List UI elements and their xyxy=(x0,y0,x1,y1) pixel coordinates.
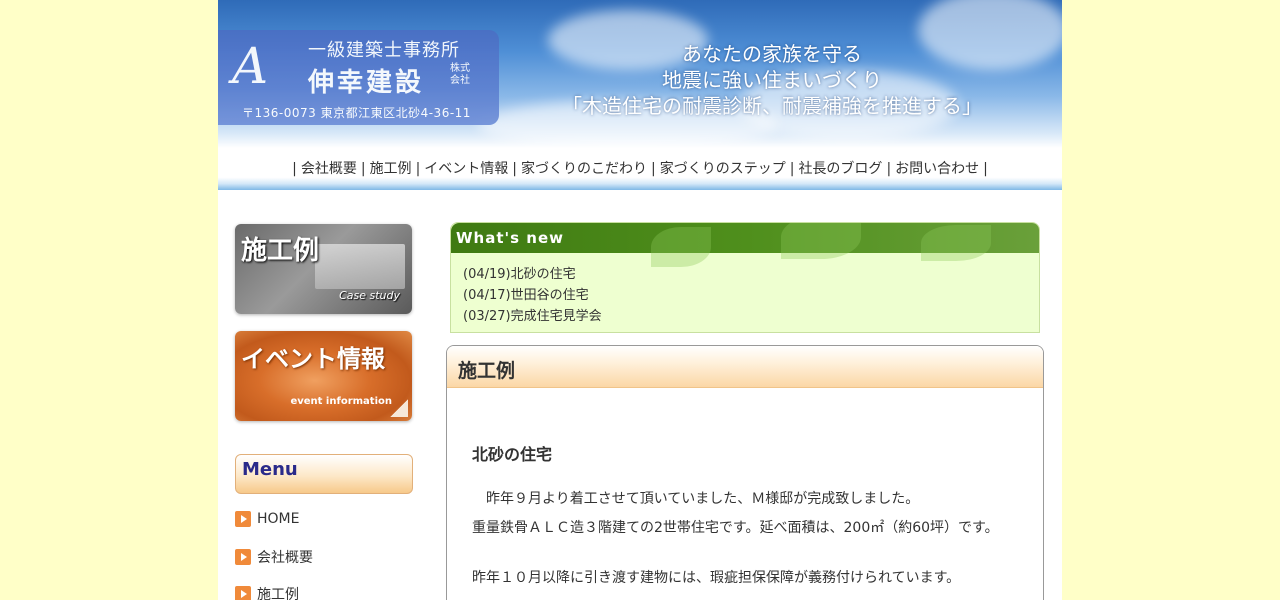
post-paragraph: 重量鉄骨ＡＬＣ造３階建ての2世帯住宅です。延べ面積は、200㎡（約60坪）です。 xyxy=(472,520,999,536)
arrow-right-icon xyxy=(235,511,251,527)
case-study-banner-subtitle: Case study xyxy=(339,289,400,302)
case-study-banner-title: 施工例 xyxy=(241,236,320,266)
leaf-decoration xyxy=(781,223,861,259)
arrow-right-icon xyxy=(235,586,251,600)
nav-separator: | xyxy=(983,161,988,177)
menu-item-label: 施工例 xyxy=(257,587,299,600)
nav-link-steps[interactable]: 家づくりのステップ xyxy=(660,161,786,177)
post-title[interactable]: 北砂の住宅 xyxy=(472,441,552,465)
news-item[interactable]: (04/17)世田谷の住宅 xyxy=(463,284,589,303)
menu-item-home[interactable]: HOME xyxy=(235,511,299,531)
event-banner[interactable]: イベント情報 event information xyxy=(235,331,412,421)
whats-new-title: What's new xyxy=(456,229,564,247)
logo-mark: A xyxy=(232,37,269,95)
nav-link-events[interactable]: イベント情報 xyxy=(424,161,508,177)
logo-company-name: 伸幸建設 xyxy=(308,68,425,98)
nav-separator: | xyxy=(512,161,517,177)
catchphrase-line-3: 「木造住宅の耐震診断、耐震補強を推進する」 xyxy=(562,94,982,118)
nav-link-works[interactable]: 施工例 xyxy=(370,161,412,177)
nav-link-contact[interactable]: お問い合わせ xyxy=(895,161,979,177)
company-address: 〒136-0073 東京都江東区北砂4-36-11 xyxy=(242,106,471,120)
menu-item-label: HOME xyxy=(257,511,300,527)
menu-item-label: 会社概要 xyxy=(257,550,313,566)
nav-link-company[interactable]: 会社概要 xyxy=(301,161,357,177)
nav-separator: | xyxy=(292,161,297,177)
nav-separator: | xyxy=(415,161,421,177)
arrow-right-icon xyxy=(235,549,251,565)
nav-list: | 会社概要 | 施工例 | イベント情報 | 家づくりのこだわり | 家づくりのステップ | 社長の… xyxy=(218,158,1062,178)
section-title: 施工例 xyxy=(458,360,516,382)
menu-item-works[interactable]: 施工例 xyxy=(235,584,299,600)
nav-separator: | xyxy=(360,161,366,177)
site-header: A 一級建築士事務所 伸幸建設 株式会社 〒136-0073 東京都江東区北砂4… xyxy=(218,0,1062,148)
logo-corporation-mark: 株式会社 xyxy=(450,63,470,86)
logo-block[interactable]: A 一級建築士事務所 伸幸建設 株式会社 〒136-0073 東京都江東区北砂4… xyxy=(218,30,499,125)
news-item[interactable]: (04/19)北砂の住宅 xyxy=(463,263,576,282)
interior-photo-icon xyxy=(315,244,405,289)
global-nav: | 会社概要 | 施工例 | イベント情報 | 家づくりのこだわり | 家づくりのステップ | 社長の… xyxy=(218,148,1062,190)
main-content: 施工例 北砂の住宅 昨年９月より着工させて頂いていました、Ｍ様邸が完成致しました… xyxy=(446,345,1044,600)
page-curl-icon xyxy=(390,399,408,417)
case-study-banner[interactable]: 施工例 Case study xyxy=(235,224,412,314)
section-header: 施工例 xyxy=(447,346,1043,388)
menu-header: Menu xyxy=(235,454,413,494)
menu-title: Menu xyxy=(242,459,298,480)
page-wrapper: A 一級建築士事務所 伸幸建設 株式会社 〒136-0073 東京都江東区北砂4… xyxy=(218,0,1062,600)
logo-office-type: 一級建築士事務所 xyxy=(308,40,460,61)
catchphrase-line-2: 地震に強い住まいづくり xyxy=(662,68,882,92)
post-paragraph: 昨年１０月以降に引き渡す建物には、瑕疵担保保障が義務付けられています。 xyxy=(472,570,961,586)
nav-separator: | xyxy=(789,161,795,177)
nav-link-blog[interactable]: 社長のブログ xyxy=(798,161,882,177)
nav-separator: | xyxy=(886,161,892,177)
nav-separator: | xyxy=(651,161,656,177)
nav-link-commitment[interactable]: 家づくりのこだわり xyxy=(521,161,647,177)
leaf-decoration xyxy=(921,225,991,261)
menu-item-company[interactable]: 会社概要 xyxy=(235,547,313,567)
news-item[interactable]: (03/27)完成住宅見学会 xyxy=(463,305,602,324)
catchphrase-line-1: あなたの家族を守る xyxy=(682,42,862,66)
post-paragraph: 昨年９月より着工させて頂いていました、Ｍ様邸が完成致しました。 xyxy=(472,491,920,507)
whats-new-box: What's new (04/19)北砂の住宅 (04/17)世田谷の住宅 (0… xyxy=(450,222,1040,333)
event-banner-title: イベント情報 xyxy=(241,345,385,373)
leaf-decoration xyxy=(651,227,711,267)
whats-new-header: What's new xyxy=(451,223,1039,267)
event-banner-subtitle: event information xyxy=(290,396,392,407)
